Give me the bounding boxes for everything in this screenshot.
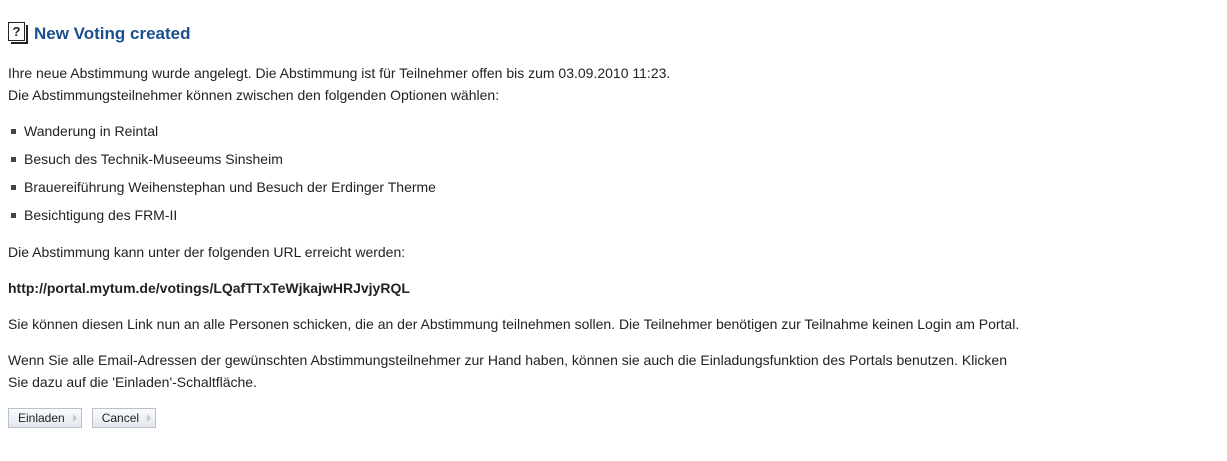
voting-created-page: ? New Voting created Ihre neue Abstimmun… [8,14,1224,428]
page-title: New Voting created [34,24,191,43]
intro-line-1: Ihre neue Abstimmung wurde angelegt. Die… [8,65,671,81]
option-item: Wanderung in Reintal [8,117,1224,145]
intro-text: Ihre neue Abstimmung wurde angelegt. Die… [8,62,1224,106]
page-header: ? New Voting created [8,14,1224,44]
invite-line-2: Sie dazu auf die 'Einladen'-Schaltfläche… [8,374,257,390]
help-icon-glyph: ? [12,24,21,39]
invite-button-label: Einladen [18,411,65,425]
invite-line-1: Wenn Sie alle Email-Adressen der gewünsc… [8,352,1007,368]
help-icon: ? [8,22,28,44]
option-item: Besuch des Technik-Museeums Sinsheim [8,145,1224,173]
voting-url: http://portal.mytum.de/votings/LQafTTxTe… [8,280,410,296]
chevron-right-icon [147,414,152,422]
cancel-button[interactable]: Cancel [91,408,157,428]
intro-line-2: Die Abstimmungsteilnehmer können zwische… [8,87,500,103]
cancel-button-label: Cancel [101,411,140,425]
share-text: Sie können diesen Link nun an alle Perso… [8,316,1020,332]
option-item: Besichtigung des FRM-II [8,201,1224,229]
invite-text: Wenn Sie alle Email-Adressen der gewünsc… [8,349,1224,393]
invite-button[interactable]: Einladen [8,408,82,428]
url-intro-text: Die Abstimmung kann unter der folgenden … [8,244,406,260]
chevron-right-icon [72,414,77,422]
option-item: Brauereiführung Weihenstephan und Besuch… [8,173,1224,201]
button-bar: Einladen Cancel [8,408,1224,428]
options-list: Wanderung in Reintal Besuch des Technik-… [8,117,1224,229]
